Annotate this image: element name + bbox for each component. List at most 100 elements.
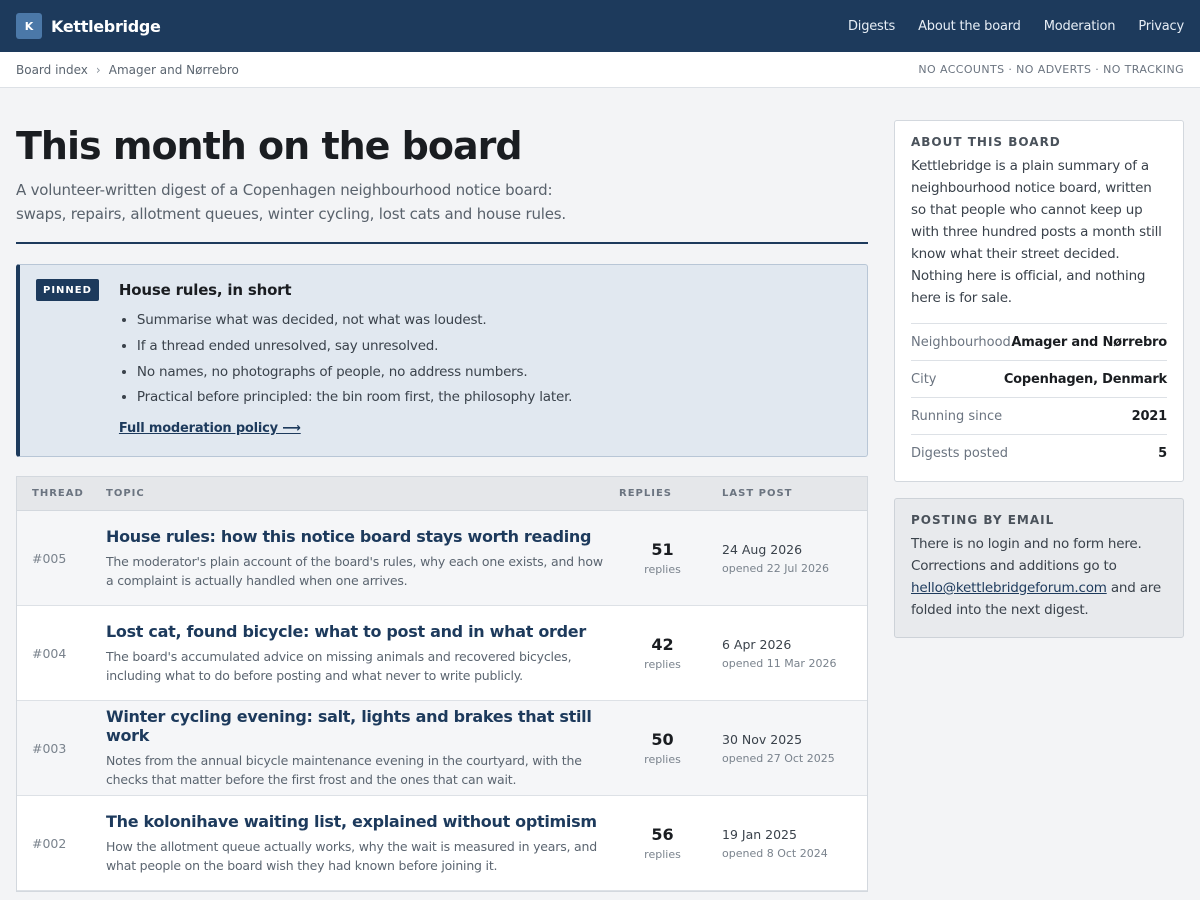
header-thread: THREAD (32, 488, 84, 499)
thread-title-link[interactable]: Lost cat, found bicycle: what to post an… (106, 622, 609, 641)
last-post-date: 6 Apr 2026 (722, 636, 792, 652)
thread-id: #004 (32, 645, 67, 661)
nav-privacy[interactable]: Privacy (1138, 19, 1184, 34)
brand-name: Kettlebridge (51, 16, 161, 36)
thread-description: How the allotment queue actually works, … (106, 838, 597, 873)
fact-row: City Copenhagen, Denmark (911, 360, 1167, 397)
fact-row: Digests posted 5 (911, 434, 1167, 471)
thread-title-link[interactable]: Winter cycling evening: salt, lights and… (106, 707, 609, 745)
table-row[interactable]: #003 Winter cycling evening: salt, light… (17, 701, 867, 796)
sidebar: ABOUT THIS BOARD Kettlebridge is a plain… (894, 88, 1184, 892)
facts-list: Neighbourhood Amager and Nørrebro City C… (911, 323, 1167, 471)
breadcrumb-separator: › (95, 62, 101, 77)
rule-item: Practical before principled: the bin roo… (137, 385, 573, 411)
table-header: THREAD TOPIC REPLIES LAST POST (17, 477, 867, 511)
fact-row: Neighbourhood Amager and Nørrebro (911, 323, 1167, 360)
thread-title-link[interactable]: The kolonihave waiting list, explained w… (106, 812, 609, 831)
title-divider (16, 242, 868, 244)
pinned-notice: PINNED House rules, in short Summarise w… (16, 264, 868, 457)
fact-value: 5 (1158, 445, 1167, 461)
nav-moderation[interactable]: Moderation (1044, 19, 1116, 34)
about-text: Kettlebridge is a plain summary of a nei… (911, 158, 1162, 306)
table-row[interactable]: #002 The kolonihave waiting list, explai… (17, 796, 867, 891)
rule-item: If a thread ended unresolved, say unreso… (137, 334, 572, 360)
about-card: ABOUT THIS BOARD Kettlebridge is a plain… (894, 120, 1184, 482)
opened-date: opened 27 Oct 2025 (722, 751, 835, 765)
header-last-post: LAST POST (722, 488, 793, 499)
fact-label: Digests posted (911, 445, 1008, 461)
thread-id: #003 (32, 740, 67, 756)
opened-date: opened 8 Oct 2024 (722, 846, 828, 860)
reply-label: replies (644, 848, 681, 861)
about-heading: ABOUT THIS BOARD (911, 135, 1061, 149)
reply-count: 56 (651, 825, 674, 844)
replies-cell: 51 replies (619, 540, 722, 576)
nav-about[interactable]: About the board (918, 19, 1021, 34)
reply-count: 42 (651, 635, 674, 654)
last-post-date: 30 Nov 2025 (722, 731, 803, 747)
email-text: There is no login and no form here. Corr… (911, 533, 1167, 621)
topic-cell: Winter cycling evening: salt, lights and… (106, 707, 619, 789)
nav-digests[interactable]: Digests (848, 19, 895, 34)
thread-table: THREAD TOPIC REPLIES LAST POST #005 Hous… (16, 476, 868, 892)
fact-value: 2021 (1131, 408, 1168, 424)
table-row[interactable]: #005 House rules: how this notice board … (17, 511, 867, 606)
reply-label: replies (644, 658, 681, 671)
logo-icon: K (16, 13, 42, 39)
page-title: This month on the board (16, 124, 523, 168)
thread-id: #002 (32, 835, 67, 851)
last-post-cell: 30 Nov 2025 opened 27 Oct 2025 (722, 732, 867, 765)
last-post-date: 19 Jan 2025 (722, 826, 797, 842)
rule-item: No names, no photographs of people, no a… (137, 360, 572, 386)
email-text-before: There is no login and no form here. Corr… (911, 536, 1142, 574)
pinned-badge: PINNED (36, 279, 99, 301)
thread-id: #005 (32, 550, 67, 566)
thread-description: The board's accumulated advice on missin… (106, 648, 572, 683)
fact-value: Amager and Nørrebro (1011, 334, 1167, 350)
moderation-policy-link[interactable]: Full moderation policy ⟶ (119, 421, 301, 436)
email-card: POSTING BY EMAIL There is no login and n… (894, 498, 1184, 638)
brand[interactable]: K Kettlebridge (16, 13, 161, 39)
reply-label: replies (644, 753, 681, 766)
reply-label: replies (644, 563, 681, 576)
table-row[interactable]: #004 Lost cat, found bicycle: what to po… (17, 606, 867, 701)
thread-title-link[interactable]: House rules: how this notice board stays… (106, 527, 609, 546)
header-replies: REPLIES (619, 488, 672, 499)
topic-cell: The kolonihave waiting list, explained w… (106, 812, 619, 875)
replies-cell: 42 replies (619, 635, 722, 671)
email-heading: POSTING BY EMAIL (911, 513, 1055, 527)
opened-date: opened 11 Mar 2026 (722, 656, 837, 670)
top-nav: Digests About the board Moderation Priva… (848, 19, 1184, 34)
page-lede: A volunteer-written digest of a Copenhag… (16, 181, 566, 223)
breadcrumb: Board index › Amager and Nørrebro (16, 63, 239, 77)
reply-count: 51 (651, 540, 674, 559)
breadcrumb-board-index[interactable]: Board index (16, 63, 88, 77)
fact-label: City (911, 371, 937, 387)
fact-label: Neighbourhood (911, 334, 1011, 350)
replies-cell: 50 replies (619, 730, 722, 766)
last-post-cell: 6 Apr 2026 opened 11 Mar 2026 (722, 637, 867, 670)
privacy-tagline: NO ACCOUNTS · NO ADVERTS · NO TRACKING (918, 63, 1184, 76)
rule-item: Summarise what was decided, not what was… (137, 308, 572, 334)
last-post-date: 24 Aug 2026 (722, 541, 803, 557)
pinned-title: House rules, in short (118, 281, 292, 299)
email-link[interactable]: hello@kettlebridgeforum.com (911, 580, 1107, 596)
last-post-cell: 19 Jan 2025 opened 8 Oct 2024 (722, 827, 867, 860)
topic-cell: Lost cat, found bicycle: what to post an… (106, 622, 619, 685)
replies-cell: 56 replies (619, 825, 722, 861)
top-bar: K Kettlebridge Digests About the board M… (0, 0, 1200, 52)
breadcrumb-current[interactable]: Amager and Nørrebro (109, 63, 239, 77)
page-body: This month on the board A volunteer-writ… (0, 88, 1200, 892)
rules-list: Summarise what was decided, not what was… (119, 308, 573, 411)
thread-description: Notes from the annual bicycle maintenanc… (106, 753, 582, 787)
main-column: This month on the board A volunteer-writ… (16, 88, 868, 892)
pinned-body: House rules, in short Summarise what was… (118, 279, 573, 440)
breadcrumb-bar: Board index › Amager and Nørrebro NO ACC… (0, 52, 1200, 88)
header-topic: TOPIC (106, 488, 145, 499)
topic-cell: House rules: how this notice board stays… (106, 527, 619, 590)
last-post-cell: 24 Aug 2026 opened 22 Jul 2026 (722, 542, 867, 575)
reply-count: 50 (651, 730, 674, 749)
fact-label: Running since (911, 408, 1003, 424)
fact-value: Copenhagen, Denmark (1003, 371, 1167, 387)
opened-date: opened 22 Jul 2026 (722, 561, 829, 575)
